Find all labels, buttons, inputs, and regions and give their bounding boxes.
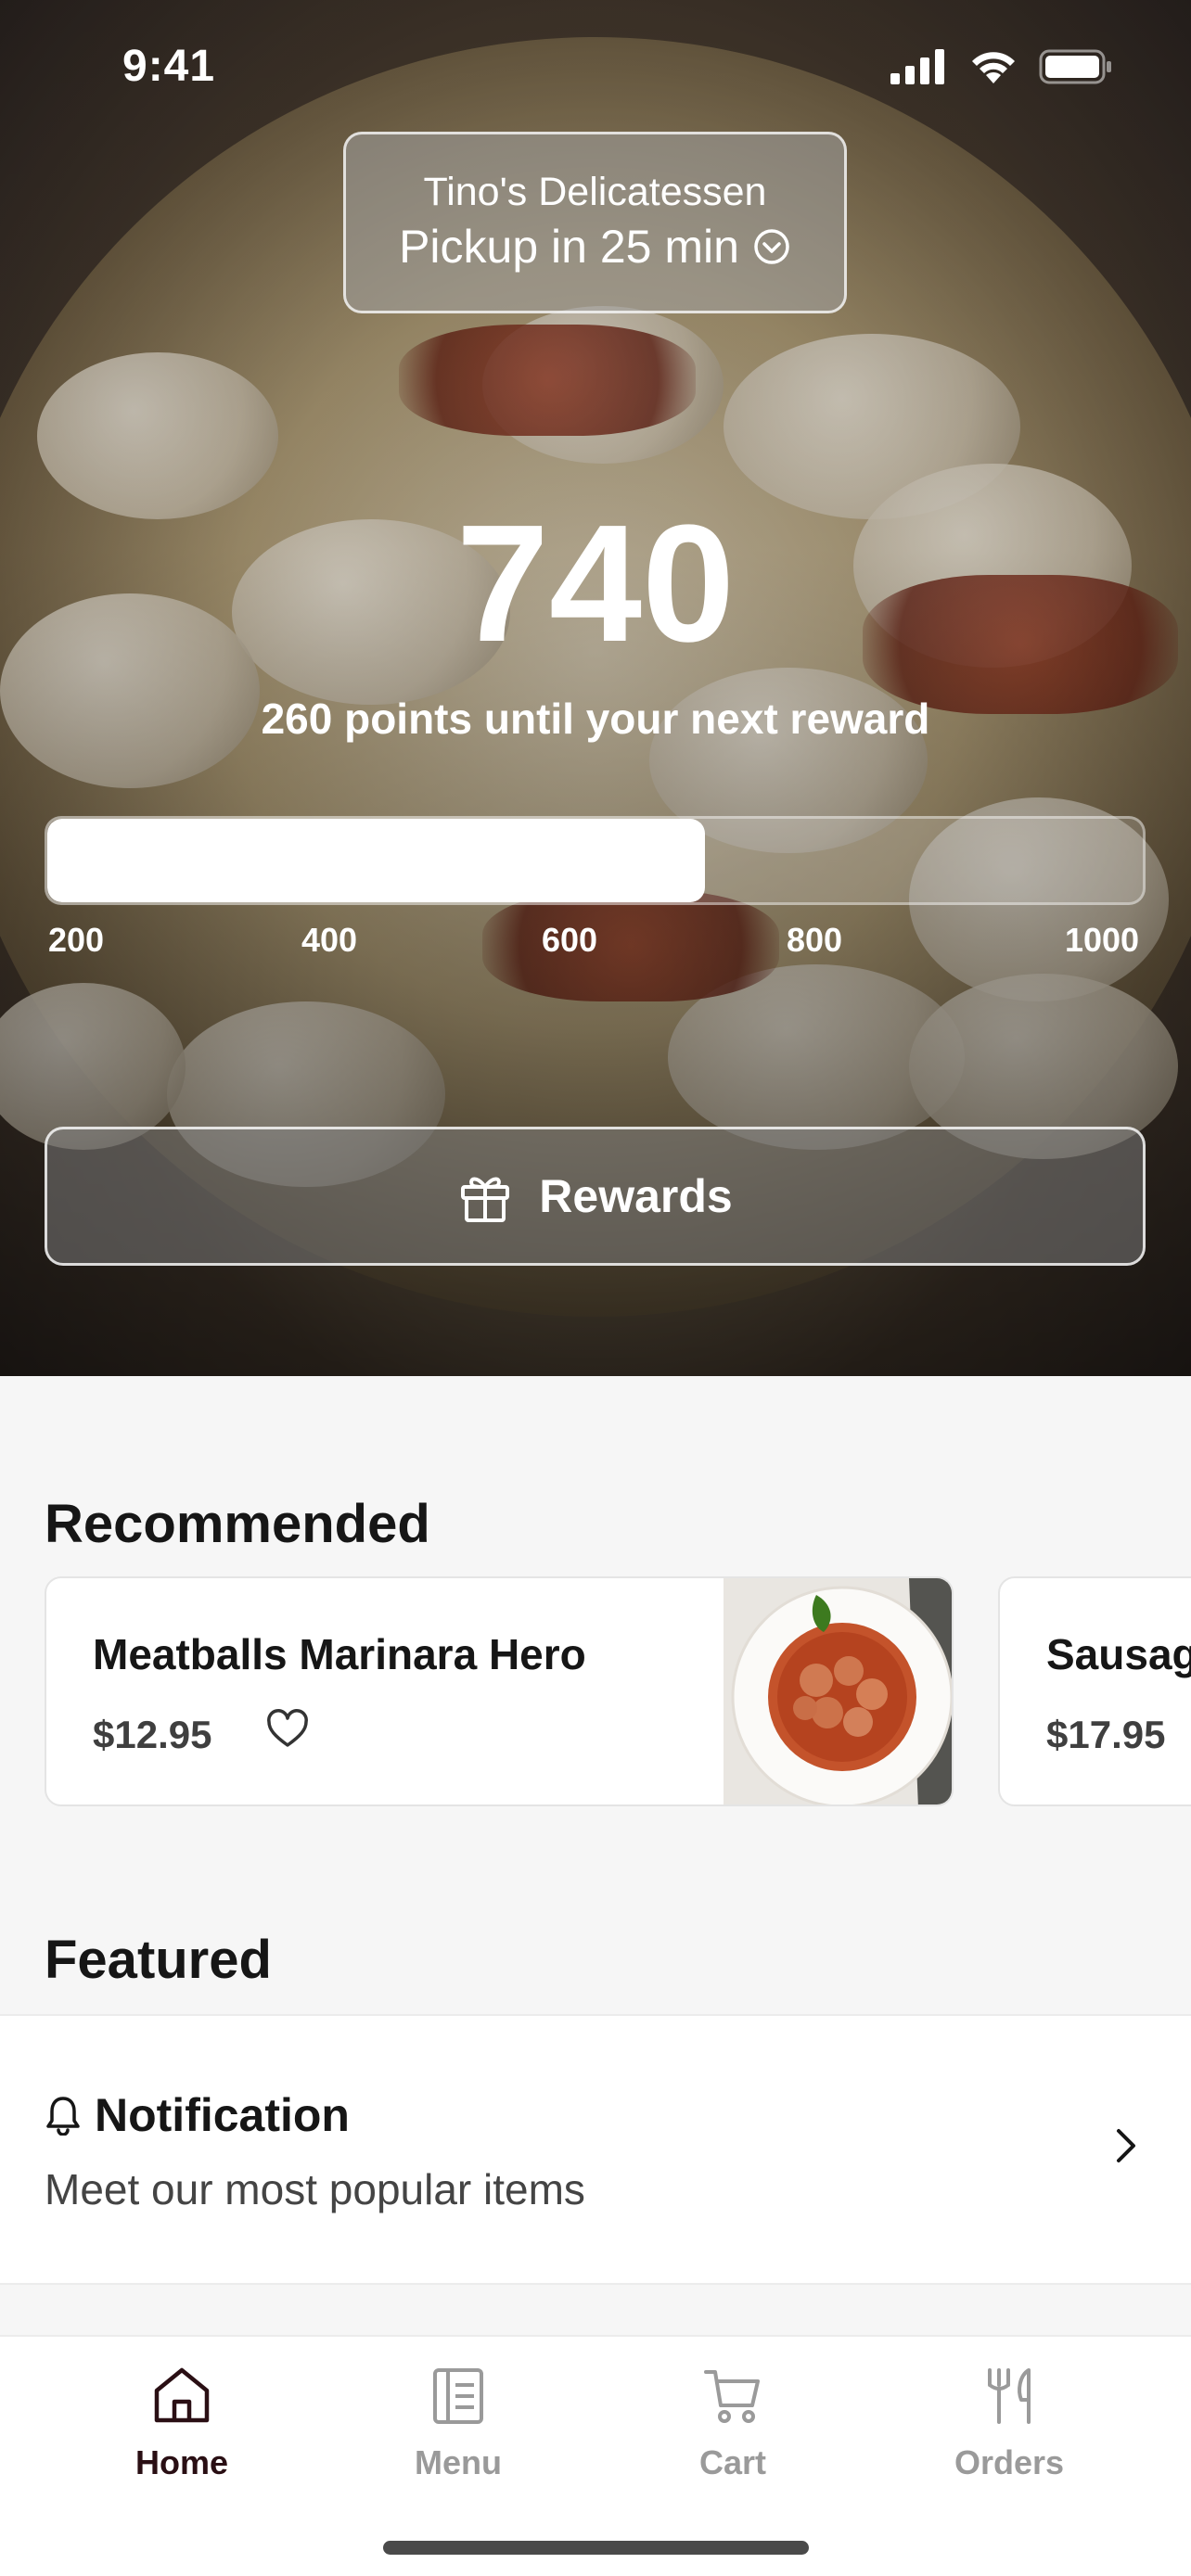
home-icon <box>154 2367 210 2423</box>
recommended-heading: Recommended <box>45 1494 430 1554</box>
wifi-icon <box>972 52 1015 83</box>
progress-tick-label: 600 <box>541 921 598 959</box>
item-name: Meatballs Marinara Hero <box>93 1630 586 1678</box>
bell-icon <box>46 2097 80 2136</box>
progress-tick-label: 800 <box>786 921 843 959</box>
recommended-card[interactable]: Meatballs Marinara Hero $12.95 <box>45 1576 954 1806</box>
tab-menu-label: Menu <box>415 2443 502 2481</box>
tab-cart[interactable]: Cart <box>640 2365 826 2482</box>
utensils-icon <box>988 2368 1031 2424</box>
store-selector[interactable]: Tino's Delicatessen Pickup in 25 min <box>343 132 847 313</box>
featured-heading: Featured <box>45 1930 272 1990</box>
notification-title-text: Notification <box>95 2089 350 2141</box>
chevron-down-circle-icon <box>754 229 789 264</box>
app-screen: 9:41 Tino's Delicatessen Pickup in 25 mi… <box>0 0 1191 2576</box>
rewards-button[interactable]: Rewards <box>45 1127 1146 1266</box>
rewards-progress-fill <box>47 819 705 902</box>
tab-bar: Home Menu Cart Orders <box>0 2335 1191 2576</box>
heart-icon[interactable] <box>265 1708 310 1753</box>
chevron-right-icon <box>1117 2129 1135 2162</box>
store-name: Tino's Delicatessen <box>423 170 767 214</box>
status-time: 9:41 <box>122 42 216 91</box>
tab-home[interactable]: Home <box>89 2365 275 2482</box>
notification-text: Meet our most popular items <box>45 2165 585 2213</box>
tab-home-label: Home <box>134 2443 229 2481</box>
battery-icon <box>1039 49 1111 84</box>
home-indicator <box>383 2541 809 2555</box>
gift-icon <box>461 1177 510 1222</box>
item-price: $17.95 <box>1046 1713 1166 1756</box>
tab-orders[interactable]: Orders <box>916 2365 1102 2482</box>
progress-ticks: 200 400 600 800 1000 <box>45 921 1146 962</box>
item-name: Sausag <box>1046 1630 1191 1678</box>
featured-notification-row[interactable]: Notification Meet our most popular items <box>0 2014 1191 2285</box>
recommended-card[interactable]: Sausag $17.95 <box>998 1576 1191 1806</box>
meatballs-photo <box>724 1578 952 1804</box>
progress-tick-label: 400 <box>301 921 358 959</box>
status-bar: 9:41 <box>0 37 1191 102</box>
rewards-progress-bar <box>45 816 1146 905</box>
progress-tick-label: 1000 <box>1064 921 1140 959</box>
points-until-reward: 260 points until your next reward <box>261 695 930 743</box>
tab-menu[interactable]: Menu <box>365 2365 551 2482</box>
tab-cart-label: Cart <box>698 2443 767 2481</box>
signal-icon <box>890 49 944 84</box>
item-price: $12.95 <box>93 1713 212 1756</box>
pickup-label: Pickup in 25 min <box>399 221 739 273</box>
progress-tick-label: 200 <box>47 921 105 959</box>
pickup-time: Pickup in 25 min <box>346 220 844 274</box>
tab-orders-label: Orders <box>954 2443 1065 2481</box>
menu-icon <box>433 2368 483 2424</box>
notification-title: Notification <box>45 2088 350 2142</box>
cart-icon <box>704 2370 760 2423</box>
points-value: 740 <box>455 491 736 677</box>
rewards-button-label: Rewards <box>539 1170 733 1222</box>
